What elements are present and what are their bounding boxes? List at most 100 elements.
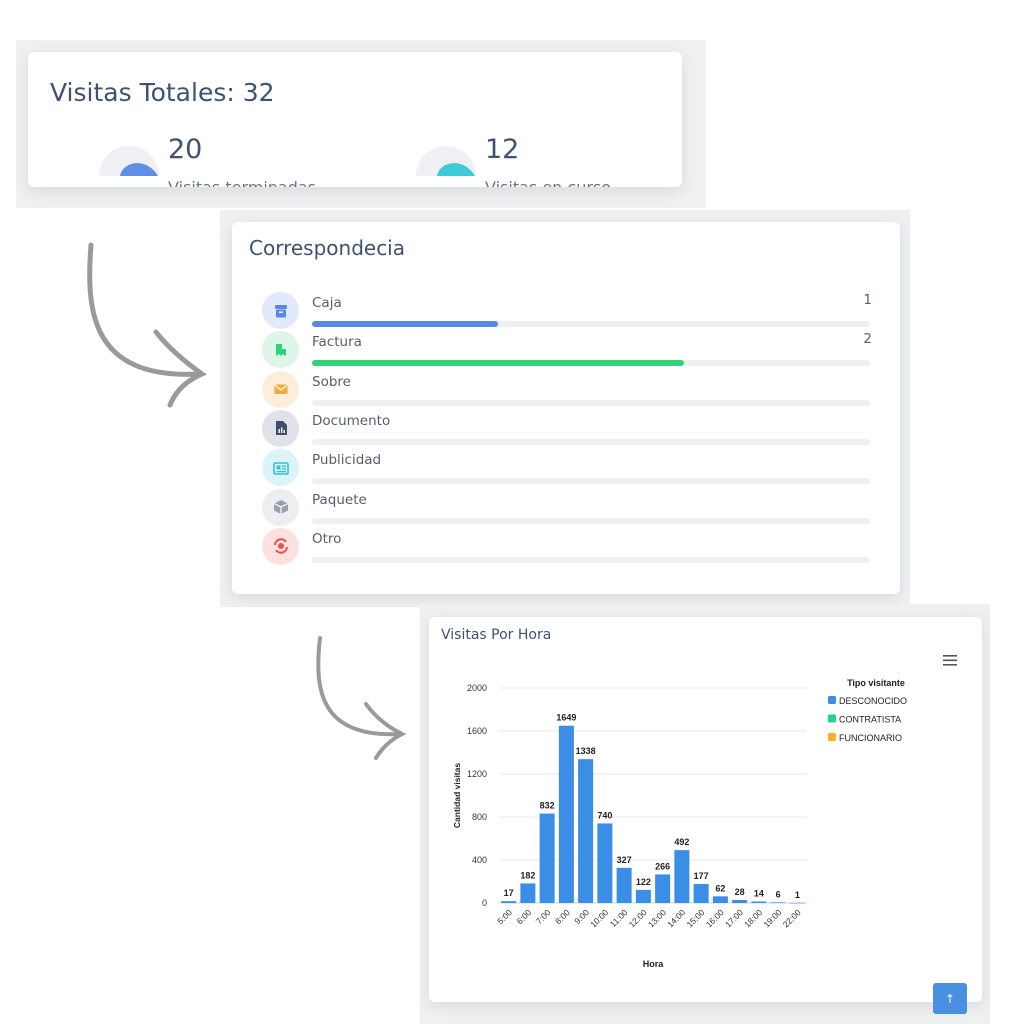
document-chart-icon bbox=[262, 409, 299, 447]
in-progress-visits-value: 12 bbox=[485, 134, 520, 165]
correspondence-count: 2 bbox=[863, 331, 872, 348]
y-axis-title: Cantidad visitas bbox=[452, 763, 462, 828]
legend-label: CONTRATISTA bbox=[839, 715, 901, 725]
correspondence-row-paquete: Paquete bbox=[262, 488, 872, 529]
data-label: 266 bbox=[655, 861, 670, 871]
y-tick-label: 0 bbox=[482, 898, 487, 908]
bar-14:00 bbox=[674, 850, 690, 903]
totals-screenshot: Visitas Totales: 32 20 Visitas terminada… bbox=[16, 40, 706, 208]
correspondence-title: Correspondecia bbox=[249, 236, 405, 260]
finished-visits-label: Visitas terminadas bbox=[168, 178, 316, 187]
x-tick-label: 13:00 bbox=[646, 907, 668, 929]
legend-label: DESCONOCIDO bbox=[839, 696, 907, 706]
hourly-screenshot: Visitas Por Hora 0 400 800 1200 1600 2000 17 5:… bbox=[420, 604, 990, 1024]
x-tick-label: 15:00 bbox=[684, 907, 706, 929]
y-tick-label: 2000 bbox=[467, 683, 487, 693]
bar-10:00 bbox=[597, 823, 613, 903]
correspondence-row-otro: Otro bbox=[262, 527, 872, 568]
package-icon bbox=[262, 488, 299, 526]
bar-12:00 bbox=[635, 889, 651, 903]
x-tick-label: 10:00 bbox=[588, 907, 610, 929]
correspondence-label: Otro bbox=[312, 530, 342, 547]
data-label: 28 bbox=[735, 887, 745, 897]
x-tick-label: 12:00 bbox=[627, 907, 649, 929]
archive-icon bbox=[262, 292, 299, 329]
progress-track bbox=[312, 360, 870, 367]
data-label: 832 bbox=[540, 801, 555, 811]
bar-17:00 bbox=[732, 899, 748, 903]
data-label: 122 bbox=[636, 877, 651, 887]
x-tick-label: 16:00 bbox=[704, 907, 726, 929]
x-tick-label: 17:00 bbox=[723, 907, 745, 929]
legend-swatch bbox=[828, 696, 836, 704]
x-tick-label: 8:00 bbox=[553, 907, 572, 926]
data-label: 14 bbox=[754, 888, 764, 898]
bar-5:00 bbox=[501, 901, 517, 903]
x-tick-label: 14:00 bbox=[665, 907, 687, 929]
x-tick-label: 7:00 bbox=[534, 907, 553, 926]
progress-track bbox=[312, 478, 870, 485]
x-tick-label: 11:00 bbox=[608, 907, 630, 929]
other-icon bbox=[262, 527, 299, 565]
progress-track bbox=[312, 517, 870, 524]
newspaper-icon bbox=[262, 449, 299, 487]
correspondence-label: Caja bbox=[312, 295, 342, 311]
correspondence-label: Sobre bbox=[312, 373, 351, 390]
x-axis-title: Hora bbox=[643, 959, 664, 969]
progress-fill bbox=[312, 360, 685, 367]
correspondence-row-factura: Factura 2 bbox=[262, 331, 872, 371]
correspondence-row-documento: Documento bbox=[262, 409, 872, 450]
curved-arrow-icon bbox=[87, 242, 208, 408]
bar-7:00 bbox=[539, 813, 555, 903]
curved-arrow-icon bbox=[316, 636, 407, 760]
correspondence-screenshot: Correspondecia Caja 1 Factura 2 Sobre Do… bbox=[220, 210, 910, 607]
data-label: 182 bbox=[520, 870, 535, 880]
correspondence-row-caja: Caja 1 bbox=[262, 292, 872, 332]
hourly-card: Visitas Por Hora 0 400 800 1200 1600 2000 17 5:… bbox=[429, 617, 982, 1002]
y-tick-label: 800 bbox=[472, 812, 487, 822]
progress-track bbox=[312, 438, 870, 445]
bar-16:00 bbox=[712, 896, 728, 903]
bar-11:00 bbox=[616, 867, 632, 903]
data-label: 327 bbox=[617, 855, 632, 865]
y-tick-label: 1200 bbox=[467, 769, 487, 779]
data-label: 1649 bbox=[556, 713, 576, 723]
correspondence-count: 1 bbox=[863, 292, 872, 308]
progress-fill bbox=[312, 321, 498, 327]
half-donut-icon bbox=[99, 146, 159, 176]
x-tick-label: 5:00 bbox=[495, 907, 514, 926]
data-label: 492 bbox=[674, 837, 689, 847]
data-label: 177 bbox=[694, 871, 709, 881]
progress-track bbox=[312, 321, 870, 327]
data-label: 740 bbox=[597, 810, 612, 820]
data-label: 6 bbox=[776, 889, 781, 899]
data-label: 1 bbox=[795, 890, 800, 900]
data-label: 1338 bbox=[576, 746, 596, 756]
correspondence-label: Documento bbox=[312, 412, 391, 429]
totals-card: Visitas Totales: 32 20 Visitas terminada… bbox=[28, 52, 682, 187]
correspondence-label: Publicidad bbox=[312, 452, 382, 469]
finished-visits-value: 20 bbox=[168, 134, 203, 165]
y-tick-label: 1600 bbox=[467, 726, 487, 736]
correspondence-card: Correspondecia Caja 1 Factura 2 Sobre Do… bbox=[232, 222, 900, 594]
envelope-icon bbox=[262, 370, 299, 408]
legend-title: Tipo visitante bbox=[847, 678, 905, 688]
x-tick-label: 22:00 bbox=[781, 907, 803, 929]
data-label: 17 bbox=[504, 888, 514, 898]
progress-track bbox=[312, 399, 870, 406]
in-progress-visits-label: Visitas en curso bbox=[485, 178, 611, 187]
visits-by-hour-chart: 0 400 800 1200 1600 2000 17 5:00 182 6:00 832 7:00 1… bbox=[452, 678, 907, 969]
x-tick-label: 18:00 bbox=[742, 907, 764, 929]
receipt-icon bbox=[262, 331, 299, 369]
progress-track bbox=[312, 556, 870, 563]
x-tick-label: 19:00 bbox=[761, 907, 783, 929]
y-tick-label: 400 bbox=[472, 855, 487, 865]
data-label: 62 bbox=[715, 883, 725, 893]
scroll-to-top-button[interactable]: ↑ bbox=[933, 983, 967, 1014]
bar-19:00 bbox=[770, 902, 786, 903]
bar-18:00 bbox=[751, 901, 767, 903]
correspondence-label: Paquete bbox=[312, 491, 367, 508]
totals-title: Visitas Totales: 32 bbox=[50, 78, 275, 107]
bar-6:00 bbox=[520, 883, 536, 903]
correspondence-label: Factura bbox=[312, 334, 362, 351]
